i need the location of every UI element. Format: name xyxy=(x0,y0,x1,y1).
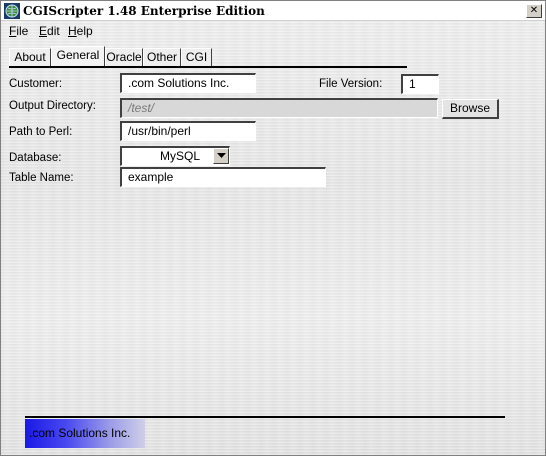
menu-bar: File Edit Help xyxy=(1,22,545,40)
file-version-label: File Version: xyxy=(319,78,383,90)
customer-label: Customer: xyxy=(9,78,63,90)
menu-file-label: ile xyxy=(16,24,29,38)
table-name-label: Table Name: xyxy=(9,172,74,184)
tab-other[interactable]: Other xyxy=(143,48,181,67)
table-name-input[interactable]: example xyxy=(120,167,326,187)
tab-general[interactable]: General xyxy=(51,46,105,67)
close-button[interactable]: ✕ xyxy=(526,4,542,18)
browse-button[interactable]: Browse xyxy=(442,99,499,119)
menu-help-label: elp xyxy=(76,24,93,38)
brand-text: .com Solutions Inc. xyxy=(29,426,131,440)
tab-divider xyxy=(9,66,407,68)
app-window: CGIScripter 1.48 Enterprise Edition ✕ Fi… xyxy=(0,0,546,456)
perl-path-input[interactable]: /usr/bin/perl xyxy=(120,121,256,141)
dropdown-arrow-icon[interactable] xyxy=(213,148,229,164)
menu-help-mnemonic: H xyxy=(68,24,77,38)
menu-help[interactable]: Help xyxy=(68,24,93,38)
output-directory-label: Output Directory: xyxy=(9,100,96,112)
title-bar: CGIScripter 1.48 Enterprise Edition ✕ xyxy=(1,1,545,21)
tab-oracle[interactable]: Oracle xyxy=(105,48,143,67)
menu-edit-label: dit xyxy=(47,24,60,38)
perl-path-label: Path to Perl: xyxy=(9,126,73,138)
close-icon: ✕ xyxy=(529,5,539,16)
customer-input[interactable]: .com Solutions Inc. xyxy=(120,73,256,93)
database-select[interactable]: MySQL xyxy=(120,146,230,166)
window-title: CGIScripter 1.48 Enterprise Edition xyxy=(23,4,265,18)
tab-cgi[interactable]: CGI xyxy=(181,48,212,67)
menu-edit[interactable]: Edit xyxy=(39,24,60,38)
menu-file[interactable]: File xyxy=(9,24,28,38)
tab-about[interactable]: About xyxy=(9,48,51,67)
database-label: Database: xyxy=(9,152,62,164)
file-version-input[interactable]: 1 xyxy=(401,74,439,94)
menu-edit-mnemonic: E xyxy=(39,24,48,38)
footer-divider xyxy=(25,416,505,418)
brand-banner: .com Solutions Inc. xyxy=(25,419,145,448)
database-selected-value: MySQL xyxy=(160,149,201,163)
output-directory-input: /test/ xyxy=(120,98,438,118)
app-globe-icon[interactable] xyxy=(4,3,20,19)
